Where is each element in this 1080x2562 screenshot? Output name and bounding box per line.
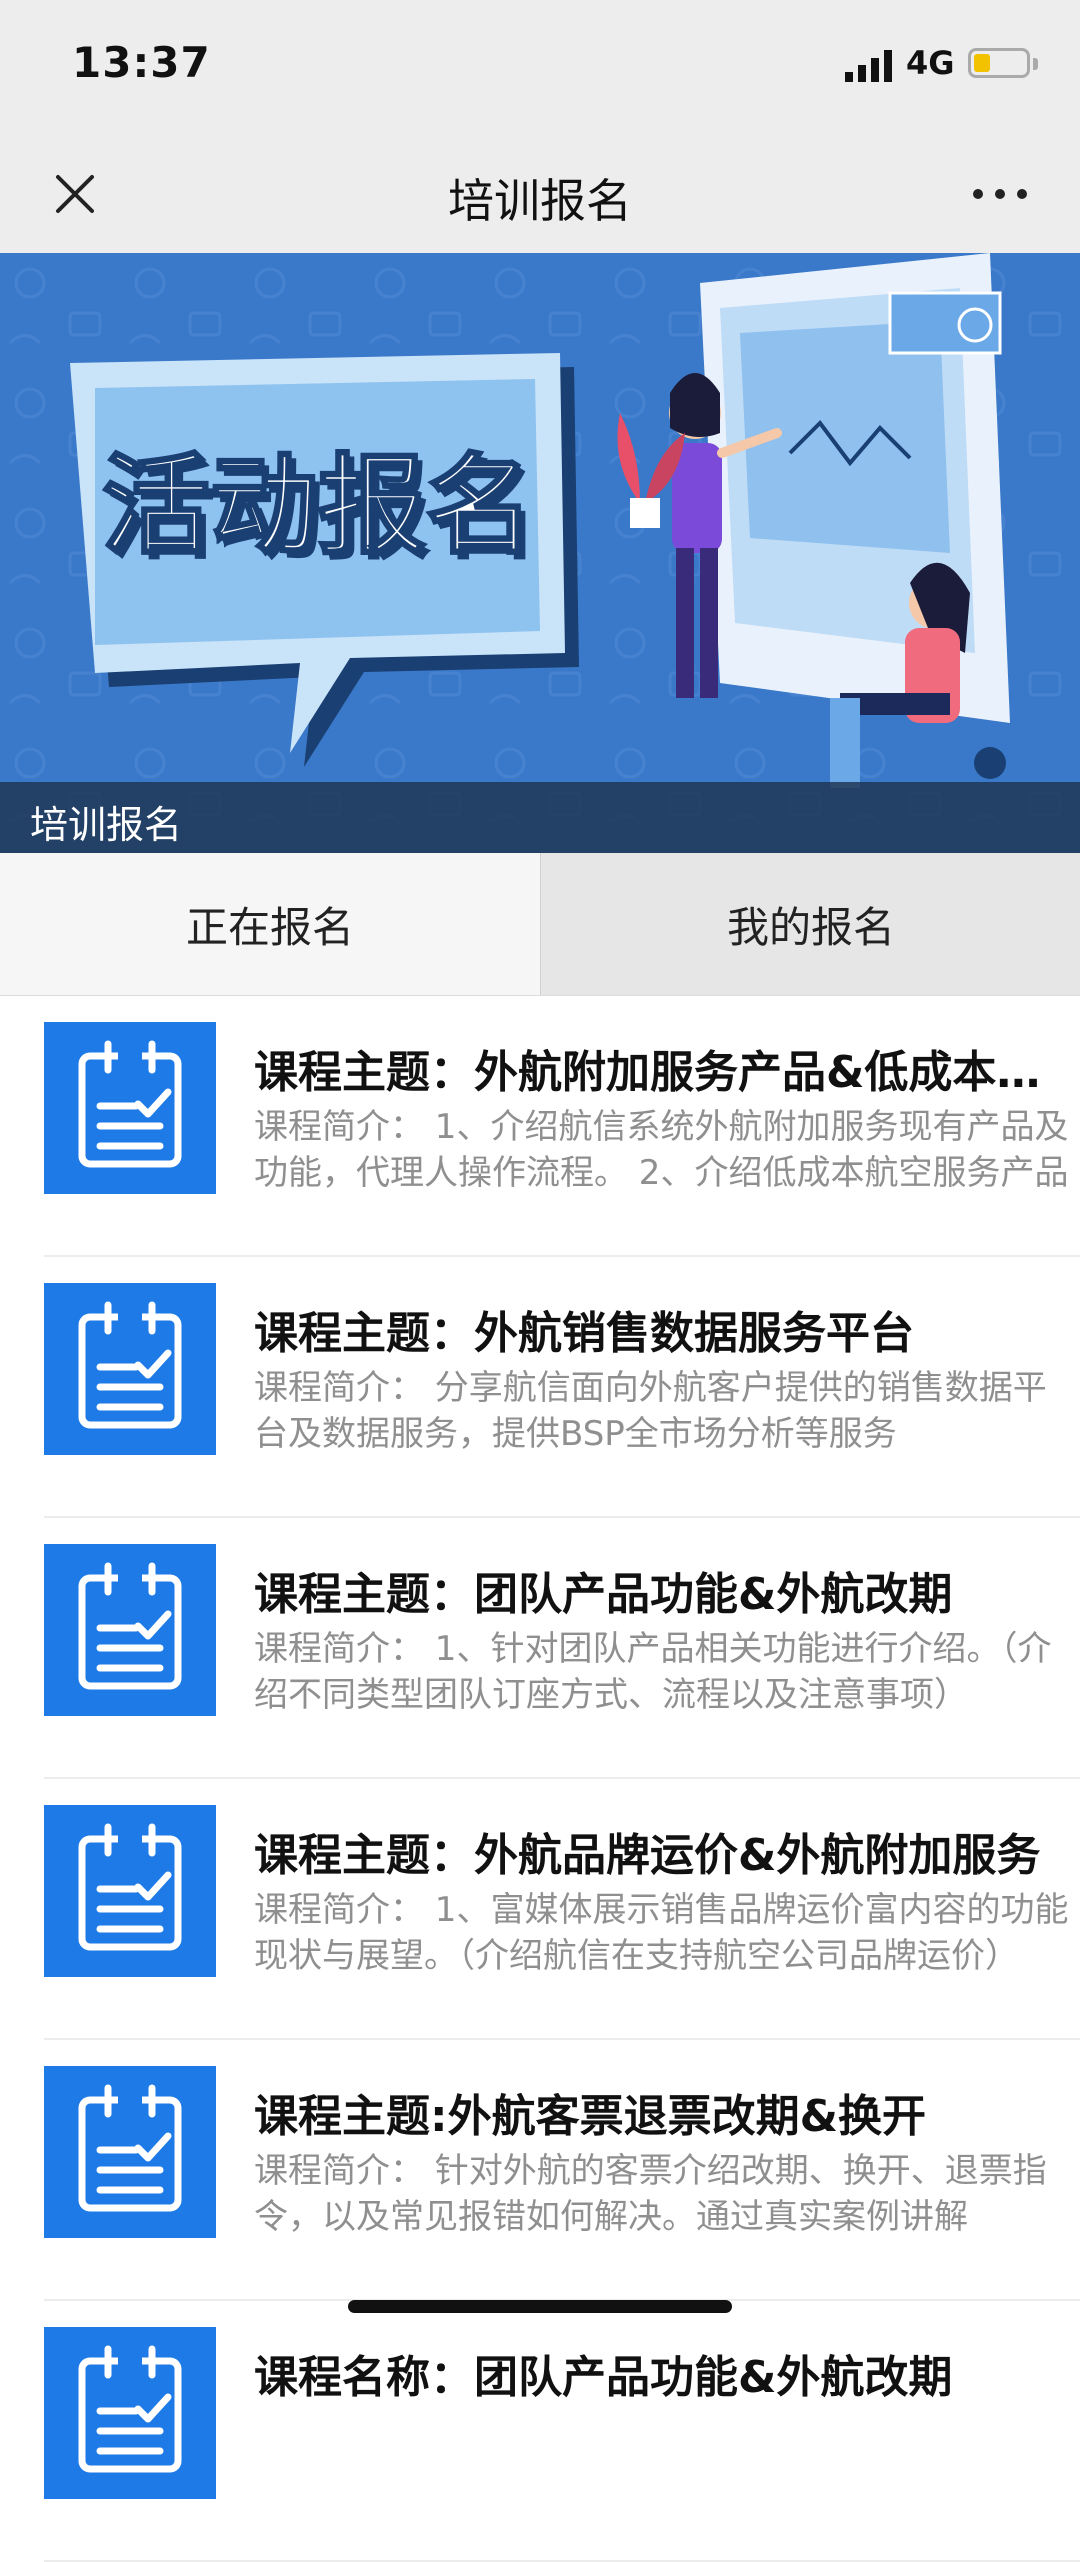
- page-title: 培训报名: [448, 174, 632, 228]
- banner-headline: 活动报名: [102, 444, 534, 569]
- network-label: 4G: [906, 44, 955, 82]
- course-description: 课程简介： 1、富媒体展示销售品牌运价富内容的功能现状与展望。（介绍航信在支持航…: [254, 1890, 1069, 1976]
- course-title: 课程主题：外航附加服务产品&低成本航空服务产品: [254, 1047, 1074, 1098]
- course-list-item[interactable]: 课程主题：外航附加服务产品&低成本航空服务产品 课程简介： 1、介绍航信系统外航…: [44, 996, 1080, 1257]
- course-calendar-icon: [44, 2327, 216, 2499]
- tab-my-registrations[interactable]: 我的报名: [540, 853, 1080, 995]
- tab-registering[interactable]: 正在报名: [0, 853, 540, 995]
- status-bar: 13:37 4G: [0, 0, 1080, 135]
- course-description: 课程简介： 分享航信面向外航客户提供的销售数据平台及数据服务，提供BSP全市场分…: [254, 1368, 1047, 1454]
- more-icon[interactable]: [960, 159, 1040, 229]
- course-calendar-icon: [44, 1283, 216, 1455]
- course-list: 课程主题：外航附加服务产品&低成本航空服务产品 课程简介： 1、介绍航信系统外航…: [0, 996, 1080, 2562]
- course-list-item[interactable]: 课程主题：外航销售数据服务平台 课程简介： 分享航信面向外航客户提供的销售数据平…: [44, 1257, 1080, 1518]
- course-list-item[interactable]: 课程主题：团队产品功能&外航改期 课程简介： 1、针对团队产品相关功能进行介绍。…: [44, 1518, 1080, 1779]
- course-calendar-icon: [44, 1022, 216, 1194]
- course-list-item[interactable]: 课程名称：团队产品功能&外航改期: [44, 2301, 1080, 2562]
- home-indicator[interactable]: [348, 2300, 732, 2313]
- screen-illustration: [700, 253, 1010, 723]
- course-description: 课程简介： 1、介绍航信系统外航附加服务现有产品及功能，代理人操作流程。 2、介…: [254, 1107, 1069, 1193]
- battery-level: [974, 54, 990, 72]
- signal-icon: [845, 50, 892, 82]
- course-title: 课程主题：团队产品功能&外航改期: [254, 1569, 953, 1620]
- status-time: 13:37: [72, 38, 211, 87]
- course-list-item[interactable]: 课程主题:外航客票退票改期&换开 课程简介： 针对外航的客票介绍改期、换开、退票…: [44, 2040, 1080, 2301]
- course-list-item[interactable]: 课程主题：外航品牌运价&外航附加服务 课程简介： 1、富媒体展示销售品牌运价富内…: [44, 1779, 1080, 2040]
- nav-bar: 培训报名: [0, 135, 1080, 254]
- banner-illustration: 活动报名 活动报名: [0, 253, 1080, 853]
- battery-icon: [968, 48, 1030, 78]
- course-calendar-icon: [44, 2066, 216, 2238]
- course-title: 课程主题：外航品牌运价&外航附加服务: [254, 1830, 1041, 1881]
- course-calendar-icon: [44, 1544, 216, 1716]
- tab-bar: 正在报名 我的报名: [0, 853, 1080, 996]
- course-title: 课程主题：外航销售数据服务平台: [254, 1308, 914, 1359]
- course-title: 课程名称：团队产品功能&外航改期: [254, 2352, 953, 2403]
- course-title: 课程主题:外航客票退票改期&换开: [254, 2091, 926, 2142]
- battery-tip: [1033, 58, 1038, 70]
- activity-banner[interactable]: 活动报名 活动报名: [0, 253, 1080, 853]
- course-calendar-icon: [44, 1805, 216, 1977]
- banner-caption: 培训报名: [30, 803, 183, 847]
- course-description: 课程简介： 针对外航的客票介绍改期、换开、退票指令，以及常见报错如何解决。通过真…: [254, 2151, 1047, 2237]
- banner-caption-bar: 培训报名: [0, 782, 1080, 853]
- course-description: 课程简介： 1、针对团队产品相关功能进行介绍。（介绍不同类型团队订座方式、流程以…: [254, 1629, 1052, 1715]
